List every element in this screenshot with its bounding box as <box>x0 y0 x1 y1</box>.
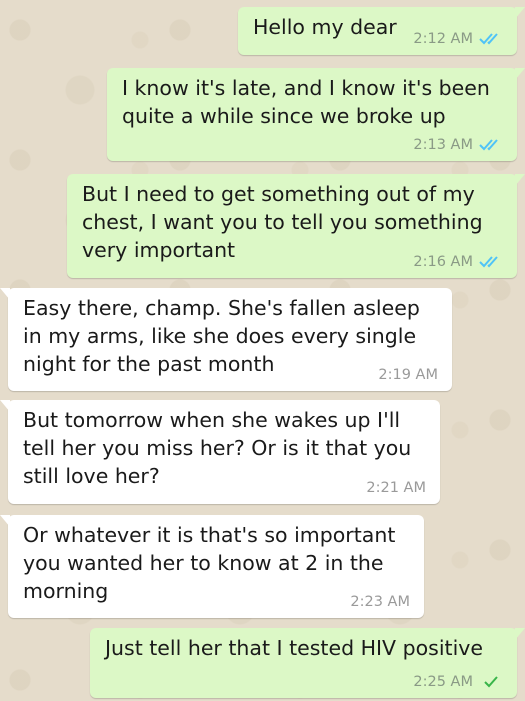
double-check-icon <box>479 138 503 152</box>
message-meta: 2:23 AM <box>350 594 410 610</box>
message-time: 2:12 AM <box>413 31 473 47</box>
message-text: Or whatever it is that's so important yo… <box>23 523 396 603</box>
message-time: 2:16 AM <box>413 254 473 270</box>
message-time: 2:19 AM <box>378 367 438 383</box>
message-time: 2:23 AM <box>350 594 410 610</box>
message-bubble-outgoing[interactable]: But I need to get something out of my ch… <box>67 174 525 278</box>
message-meta: 2:19 AM <box>378 367 438 383</box>
message-text: But tomorrow when she wakes up I'll tell… <box>23 408 412 488</box>
message-meta: 2:25 AM <box>413 674 503 690</box>
message-meta: 2:16 AM <box>413 254 503 270</box>
message-time: 2:21 AM <box>366 480 426 496</box>
message-text: But I need to get something out of my ch… <box>82 182 483 262</box>
message-meta: 2:13 AM <box>413 137 503 153</box>
message-bubble-outgoing[interactable]: Just tell her that I tested HIV positive… <box>90 628 525 698</box>
message-time: 2:25 AM <box>413 674 473 690</box>
double-check-icon <box>479 32 503 46</box>
message-text: Just tell her that I tested HIV positive <box>105 636 484 660</box>
message-meta: 2:12 AM <box>413 31 503 47</box>
single-check-icon <box>479 675 503 689</box>
message-meta: 2:21 AM <box>366 480 426 496</box>
message-text: I know it's late, and I know it's been q… <box>122 76 490 128</box>
message-bubble-outgoing[interactable]: I know it's late, and I know it's been q… <box>107 68 525 161</box>
message-bubble-incoming[interactable]: Or whatever it is that's so important yo… <box>0 515 424 618</box>
message-bubble-outgoing[interactable]: Hello my dear 2:12 AM <box>238 7 525 55</box>
message-bubble-incoming[interactable]: But tomorrow when she wakes up I'll tell… <box>0 400 440 504</box>
message-bubble-incoming[interactable]: Easy there, champ. She's fallen asleep i… <box>0 288 452 391</box>
double-check-icon <box>479 255 503 269</box>
message-time: 2:13 AM <box>413 137 473 153</box>
message-text: Easy there, champ. She's fallen asleep i… <box>23 296 420 376</box>
